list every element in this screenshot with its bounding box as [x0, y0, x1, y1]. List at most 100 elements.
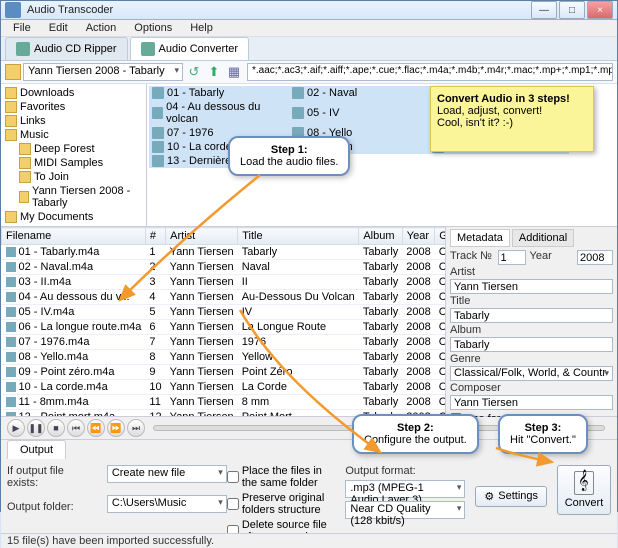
- nav-back-icon[interactable]: ↺: [185, 63, 203, 81]
- extension-filter[interactable]: *.aac;*.ac3;*.aif;*.aiff;*.ape;*.cue;*.f…: [247, 63, 613, 81]
- table-row[interactable]: 02 - Naval.m4a2Yann TiersenNavalTabarly2…: [2, 260, 446, 275]
- column-header[interactable]: Genre: [435, 228, 445, 245]
- menu-file[interactable]: File: [5, 20, 39, 36]
- folder-icon: [5, 211, 17, 223]
- table-row[interactable]: 03 - II.m4a3Yann TiersenIITabarly2008Cla…: [2, 275, 446, 290]
- track-input[interactable]: [498, 250, 526, 265]
- table-row[interactable]: 06 - La longue route.m4a6Yann TiersenLa …: [2, 320, 446, 335]
- output-folder-dropdown[interactable]: C:\Users\Music: [107, 495, 227, 513]
- forward-button[interactable]: ⏩: [107, 419, 125, 437]
- note-icon: [574, 471, 594, 495]
- same-folder-checkbox[interactable]: [227, 471, 239, 483]
- folder-toolbar: Yann Tiersen 2008 - Tabarly ↺ ⬆ ▦ *.aac;…: [1, 61, 617, 84]
- audio-file-icon: [6, 352, 16, 362]
- folder-dropdown[interactable]: Yann Tiersen 2008 - Tabarly: [23, 63, 183, 81]
- close-button[interactable]: ×: [587, 1, 613, 19]
- stop-button[interactable]: ■: [47, 419, 65, 437]
- menu-action[interactable]: Action: [78, 20, 125, 36]
- column-header[interactable]: Artist: [166, 228, 238, 245]
- play-button[interactable]: ▶: [7, 419, 25, 437]
- column-header[interactable]: #: [145, 228, 165, 245]
- preserve-checkbox[interactable]: [227, 498, 239, 510]
- maximize-button[interactable]: □: [559, 1, 585, 19]
- audio-file-icon: [152, 127, 164, 139]
- file-item[interactable]: 05 - IV: [289, 100, 429, 126]
- convert-icon: [141, 42, 155, 56]
- pause-button[interactable]: ❚❚: [27, 419, 45, 437]
- tab-additional[interactable]: Additional: [512, 229, 574, 247]
- audio-file-icon: [6, 277, 16, 287]
- next-button[interactable]: ⏭: [127, 419, 145, 437]
- audio-file-icon: [6, 307, 16, 317]
- titlebar[interactable]: Audio Transcoder — □ ×: [1, 1, 617, 20]
- table-row[interactable]: 10 - La corde.m4a10Yann TiersenLa CordeT…: [2, 380, 446, 395]
- metadata-panel: Metadata Additional Track №Year Artist T…: [445, 227, 617, 416]
- nav-up-icon[interactable]: ⬆: [205, 63, 223, 81]
- folder-icon: [19, 191, 29, 203]
- callout-step3: Step 3:Hit "Convert.": [498, 414, 588, 454]
- folder-tree[interactable]: DownloadsFavoritesLinksMusicDeep ForestM…: [1, 84, 147, 226]
- prev-button[interactable]: ⏮: [67, 419, 85, 437]
- quality-dropdown[interactable]: Near CD Quality (128 kbit/s): [345, 501, 465, 519]
- tree-item[interactable]: Links: [3, 114, 144, 128]
- column-header[interactable]: Album: [359, 228, 402, 245]
- folder-icon: [5, 87, 17, 99]
- table-row[interactable]: 11 - 8mm.m4a11Yann Tiersen8 mmTabarly200…: [2, 395, 446, 410]
- main-tabs: Audio CD Ripper Audio Converter: [1, 37, 617, 61]
- audio-file-icon: [6, 262, 16, 272]
- convert-button[interactable]: Convert: [557, 465, 611, 515]
- tree-item[interactable]: Yann Tiersen 2008 - Tabarly: [3, 184, 144, 210]
- table-row[interactable]: 09 - Point zéro.m4a9Yann TiersenPoint Zé…: [2, 365, 446, 380]
- column-header[interactable]: Title: [238, 228, 359, 245]
- table-row[interactable]: 05 - IV.m4a5Yann TiersenIVTabarly2008Cla…: [2, 305, 446, 320]
- composer-input[interactable]: [450, 395, 613, 410]
- tree-item[interactable]: Downloads: [3, 86, 144, 100]
- tab-converter[interactable]: Audio Converter: [130, 37, 250, 60]
- folder-icon: [5, 101, 17, 113]
- album-input[interactable]: [450, 337, 613, 352]
- tab-ripper[interactable]: Audio CD Ripper: [5, 37, 128, 60]
- table-row[interactable]: 01 - Tabarly.m4a1Yann TiersenTabarlyTaba…: [2, 245, 446, 260]
- year-input[interactable]: [577, 250, 613, 265]
- output-tab[interactable]: Output: [7, 440, 66, 459]
- gear-icon: ⚙: [484, 490, 494, 503]
- audio-file-icon: [6, 367, 16, 377]
- table-row[interactable]: 08 - Yello.m4a8Yann TiersenYellowTabarly…: [2, 350, 446, 365]
- folder-icon: [5, 64, 21, 80]
- genre-dropdown[interactable]: Classical/Folk, World, & Countr: [450, 366, 613, 381]
- tab-metadata[interactable]: Metadata: [450, 229, 510, 247]
- minimize-button[interactable]: —: [531, 1, 557, 19]
- track-grid[interactable]: Filename#ArtistTitleAlbumYearGenreCompos…: [1, 227, 445, 416]
- tree-item[interactable]: MIDI Samples: [3, 156, 144, 170]
- audio-file-icon: [6, 337, 16, 347]
- menu-options[interactable]: Options: [126, 20, 180, 36]
- table-row[interactable]: 07 - 1976.m4a7Yann Tiersen1976Tabarly200…: [2, 335, 446, 350]
- settings-button[interactable]: ⚙Settings: [475, 486, 547, 507]
- file-item[interactable]: 02 - Naval: [289, 86, 429, 100]
- tree-item[interactable]: Music: [3, 128, 144, 142]
- folder-icon: [19, 143, 31, 155]
- audio-file-icon: [6, 322, 16, 332]
- format-dropdown[interactable]: .mp3 (MPEG-1 Audio Layer 3): [345, 480, 465, 498]
- tree-item[interactable]: Deep Forest: [3, 142, 144, 156]
- tree-item[interactable]: Favorites: [3, 100, 144, 114]
- file-item[interactable]: 04 - Au dessous du volcan: [149, 100, 289, 126]
- file-item[interactable]: 01 - Tabarly: [149, 86, 289, 100]
- column-header[interactable]: Filename: [2, 228, 146, 245]
- audio-file-icon: [292, 87, 304, 99]
- rewind-button[interactable]: ⏪: [87, 419, 105, 437]
- if-exists-dropdown[interactable]: Create new file: [107, 465, 227, 483]
- folder-icon: [5, 129, 17, 141]
- tree-item[interactable]: To Join: [3, 170, 144, 184]
- artist-input[interactable]: [450, 279, 613, 294]
- title-input[interactable]: [450, 308, 613, 323]
- column-header[interactable]: Year: [402, 228, 434, 245]
- menu-help[interactable]: Help: [182, 20, 221, 36]
- view-icon[interactable]: ▦: [225, 63, 243, 81]
- status-bar: 15 file(s) have been imported successful…: [1, 533, 617, 548]
- tree-item[interactable]: My Documents: [3, 210, 144, 224]
- menu-edit[interactable]: Edit: [41, 20, 76, 36]
- folder-icon: [19, 171, 31, 183]
- audio-file-icon: [292, 107, 304, 119]
- table-row[interactable]: 04 - Au dessous du v...4Yann TiersenAu-D…: [2, 290, 446, 305]
